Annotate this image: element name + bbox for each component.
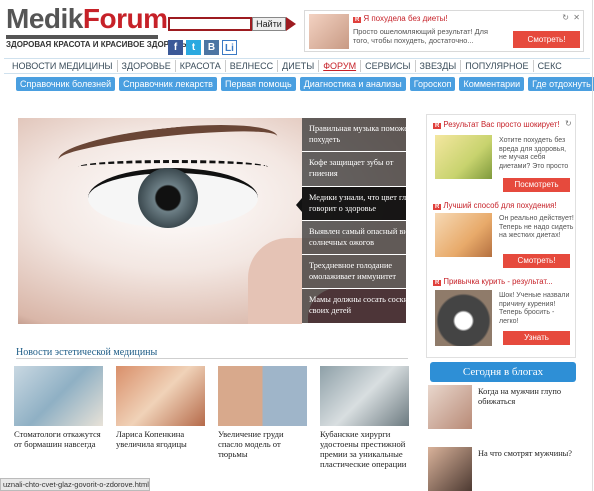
slider-item[interactable]: Выявлен самый опасный вид солнечных ожог… <box>302 220 406 256</box>
blog-title-text[interactable]: На что смотрят мужчины? <box>478 449 578 459</box>
close-icon[interactable]: ✕ <box>573 13 580 22</box>
ad-text: Просто ошеломляющий результат! Для того,… <box>353 27 488 45</box>
news-card[interactable]: Кубанские хирурги удостоены престижной п… <box>320 366 409 469</box>
sidebar-ad-text: Шок! Ученые назвали причину курения! Теп… <box>499 292 570 325</box>
sidebar-ad-title: R Лучший способ для похудения! <box>433 201 556 210</box>
nav-item-diets[interactable]: ДИЕТЫ <box>278 60 320 72</box>
social-links: f t B Li <box>168 40 237 55</box>
slide-image-lashes <box>78 160 268 174</box>
sidebar-ad-image[interactable] <box>435 135 492 179</box>
sidebar-ad-text: Хотите похудеть без вреда для здоровья, … <box>499 137 569 170</box>
liveinternet-icon[interactable]: Li <box>222 40 237 55</box>
sidebar-ad-title: R Результат Вас просто шокирует! <box>433 120 560 129</box>
top-ad-banner[interactable]: RЯ похудела без диеты! Просто ошеломляющ… <box>304 10 584 52</box>
sidebar-ad-title-text: Привычка курить - результат... <box>443 277 553 286</box>
ad-title-text: Я похудела без диеты! <box>363 14 448 23</box>
nav-item-services[interactable]: СЕРВИСЫ <box>361 60 416 72</box>
search-arrow-icon <box>286 17 296 31</box>
slider-item-selected[interactable]: Медики узнали, что цвет глаз говорит о з… <box>302 186 406 221</box>
slider-item[interactable]: Трехдневное голодание омолаживает иммуни… <box>302 255 406 290</box>
subnav-diseases[interactable]: Справочник болезней <box>16 77 116 91</box>
subnav-travel[interactable]: Где отдохнуть <box>528 77 594 91</box>
logo-part1: Medik <box>6 3 83 34</box>
sub-nav: Справочник болезней Справочник лекарств … <box>16 77 594 91</box>
blog-image[interactable] <box>428 447 472 491</box>
page-edge <box>592 0 593 491</box>
news-card[interactable]: Увеличение груди спасло модель от тюрьмы <box>218 366 307 469</box>
sidebar-ad-title-text: Лучший способ для похудения! <box>443 201 557 210</box>
subnav-first-aid[interactable]: Первая помощь <box>220 77 296 91</box>
sidebar-ads: R Результат Вас просто шокирует! ↻ Хотите… <box>426 114 576 358</box>
sidebar-ad-title-text: Результат Вас просто шокирует! <box>443 120 560 129</box>
news-divider <box>16 358 408 359</box>
nav-item-news[interactable]: НОВОСТИ МЕДИЦИНЫ <box>8 60 118 72</box>
logo-underline <box>6 35 158 39</box>
nav-item-wellness[interactable]: ВЕЛНЕСС <box>226 60 279 72</box>
sidebar-ad-button[interactable]: Узнать <box>503 331 570 345</box>
subnav-diagnostics[interactable]: Диагностика и анализы <box>299 77 406 91</box>
nav-item-sex[interactable]: СЕКС <box>534 60 566 72</box>
nav-item-beauty[interactable]: КРАСОТА <box>176 60 226 72</box>
blog-image[interactable] <box>428 385 472 429</box>
twitter-icon[interactable]: t <box>186 40 201 55</box>
news-image[interactable] <box>218 366 307 426</box>
ad-title: RЯ похудела без диеты! <box>353 14 448 23</box>
facebook-icon[interactable]: f <box>168 40 183 55</box>
refresh-icon[interactable]: ↻ <box>562 13 569 22</box>
news-caption[interactable]: Кубанские хирурги удостоены престижной п… <box>320 429 409 469</box>
featured-slider[interactable]: Правильная музыка поможет похудеть Кофе … <box>18 118 406 324</box>
subnav-drugs[interactable]: Справочник лекарств <box>119 77 217 91</box>
ad-badge: R <box>433 204 442 210</box>
ad-badge: R <box>433 123 442 129</box>
ad-watch-button[interactable]: Смотреть! <box>513 31 580 48</box>
sidebar-ad-title: R Привычка курить - результат... <box>433 277 553 286</box>
news-image[interactable] <box>14 366 103 426</box>
subnav-horoscope[interactable]: Гороскоп <box>409 77 456 91</box>
blogs-title[interactable]: Сегодня в блогах <box>430 362 576 382</box>
news-caption[interactable]: Увеличение груди спасло модель от тюрьмы <box>218 429 307 459</box>
status-bar-url: uznali-chto-cvet-glaz-govorit-o-zdorove.… <box>0 478 150 491</box>
sidebar-ad-button[interactable]: Посмотреть <box>503 178 570 192</box>
slider-headlines: Правильная музыка поможет похудеть Кофе … <box>302 118 406 324</box>
site-tagline: ЗДОРОВАЯ КРАСОТА И КРАСИВОЕ ЗДОРОВЬЕ <box>6 40 192 49</box>
ad-image <box>309 14 349 49</box>
news-section-title[interactable]: Новости эстетической медицины <box>16 347 157 358</box>
slider-item[interactable]: Мамы должны сосать соски своих детей <box>302 289 406 324</box>
news-caption[interactable]: Стоматологи откажутся от бормашин навсег… <box>14 429 103 449</box>
search-form: Найти <box>168 17 300 31</box>
sidebar-ad-button[interactable]: Смотреть! <box>503 254 570 268</box>
slider-item[interactable]: Правильная музыка поможет похудеть <box>302 118 406 153</box>
sidebar-ad-image[interactable] <box>435 290 492 346</box>
vkontakte-icon[interactable]: B <box>204 40 219 55</box>
sidebar-ad-text: Он реально действует! Теперь не надо сид… <box>499 215 574 239</box>
slide-image-iris <box>138 168 198 228</box>
ad-badge: R <box>433 280 442 286</box>
refresh-icon[interactable]: ↻ <box>565 119 572 128</box>
news-image[interactable] <box>116 366 205 426</box>
main-nav: НОВОСТИ МЕДИЦИНЫ ЗДОРОВЬЕ КРАСОТА ВЕЛНЕС… <box>4 58 590 74</box>
site-logo[interactable]: MedikForum ЗДОРОВАЯ КРАСОТА И КРАСИВОЕ З… <box>6 3 192 49</box>
search-button[interactable]: Найти <box>252 17 286 31</box>
search-input[interactable] <box>168 17 252 31</box>
nav-item-forum[interactable]: ФОРУМ <box>319 60 362 72</box>
nav-item-stars[interactable]: ЗВЕЗДЫ <box>416 60 462 72</box>
news-card[interactable]: Лариса Копенкина увеличила ягодицы <box>116 366 205 469</box>
news-image[interactable] <box>320 366 409 426</box>
news-card[interactable]: Стоматологи откажутся от бормашин навсег… <box>14 366 103 469</box>
subnav-comments[interactable]: Комментарии <box>459 77 525 91</box>
nav-item-health[interactable]: ЗДОРОВЬЕ <box>118 60 176 72</box>
news-caption[interactable]: Лариса Копенкина увеличила ягодицы <box>116 429 205 449</box>
blog-title-text[interactable]: Когда на мужчин глупо обижаться <box>478 387 578 407</box>
sidebar-ad-image[interactable] <box>435 213 492 257</box>
news-grid: Стоматологи откажутся от бормашин навсег… <box>14 366 410 469</box>
slider-item[interactable]: Кофе защищает зубы от гниения <box>302 152 406 187</box>
nav-item-popular[interactable]: ПОПУЛЯРНОЕ <box>461 60 534 72</box>
ad-badge: R <box>353 17 362 23</box>
logo-part2: Forum <box>82 3 168 34</box>
